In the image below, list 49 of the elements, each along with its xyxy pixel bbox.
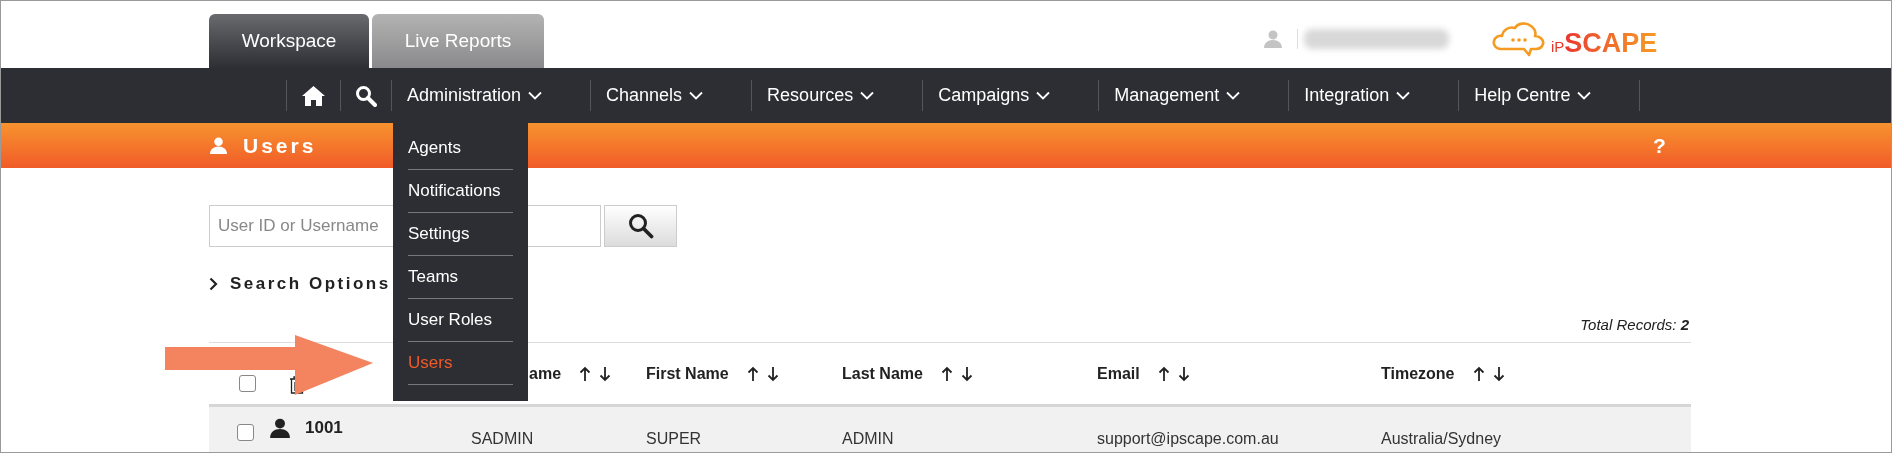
nav-menu[interactable]: Integration <box>1289 68 1459 123</box>
table-cell-text: 1001 <box>305 417 343 439</box>
table-cell: Australia/Sydney <box>1381 430 1502 447</box>
tab[interactable]: Workspace <box>209 14 369 68</box>
chevron-down-icon <box>1036 91 1051 100</box>
column-header[interactable]: Timezone <box>1381 361 1455 386</box>
dropdown-item[interactable]: Agents <box>408 127 513 169</box>
chevron-down-icon <box>860 91 875 100</box>
column-header[interactable]: ame <box>529 361 562 386</box>
select-all-checkbox[interactable] <box>239 375 256 392</box>
dropdown-item[interactable]: User Roles <box>408 299 513 341</box>
search-icon[interactable] <box>355 83 377 108</box>
search-options-toggle[interactable]: Search Options <box>209 271 391 297</box>
search-button[interactable] <box>604 205 677 247</box>
nav-menu[interactable]: Campaigns <box>923 68 1099 123</box>
user-icon <box>1263 29 1283 49</box>
nav-menu[interactable]: Help Centre <box>1459 68 1640 123</box>
search-icon <box>627 213 654 239</box>
table-cell: ADMIN <box>842 430 894 447</box>
dropdown-item[interactable]: Notifications <box>408 170 513 212</box>
user-icon <box>269 416 291 439</box>
dropdown-item[interactable]: Settings <box>408 213 513 255</box>
user-icon <box>209 136 228 155</box>
dropdown-item[interactable]: Users <box>408 342 513 384</box>
sort-arrows-icon[interactable] <box>746 365 781 382</box>
table-cell: SUPER <box>646 430 702 447</box>
nav-menu[interactable]: Resources <box>752 68 923 123</box>
total-records: Total Records: 2 <box>1580 314 1689 335</box>
nav-menu[interactable]: Management <box>1099 68 1289 123</box>
chevron-down-icon <box>1577 91 1592 100</box>
nav-menu[interactable]: Channels <box>591 68 752 123</box>
sort-arrows-icon[interactable] <box>1157 365 1192 382</box>
column-header[interactable]: Email <box>1097 361 1140 386</box>
row-checkbox[interactable] <box>237 424 254 441</box>
chevron-right-icon <box>209 276 218 291</box>
table-cell: support@ipscape.com.au <box>1097 430 1279 447</box>
chevron-down-icon <box>1396 91 1411 100</box>
chevron-down-icon <box>689 91 704 100</box>
column-header[interactable]: First Name <box>646 361 729 386</box>
chevron-down-icon <box>528 91 543 100</box>
sort-arrows-icon[interactable] <box>940 365 975 382</box>
column-header[interactable]: Last Name <box>842 361 923 386</box>
page-title: Users <box>243 132 317 159</box>
dropdown-item[interactable]: Teams <box>408 256 513 298</box>
table-cell: SADMIN <box>471 430 534 447</box>
chevron-down-icon <box>1226 91 1241 100</box>
home-icon[interactable] <box>301 83 326 108</box>
sort-arrows-icon[interactable] <box>1472 365 1507 382</box>
nav-menu[interactable]: Administration <box>392 68 591 123</box>
